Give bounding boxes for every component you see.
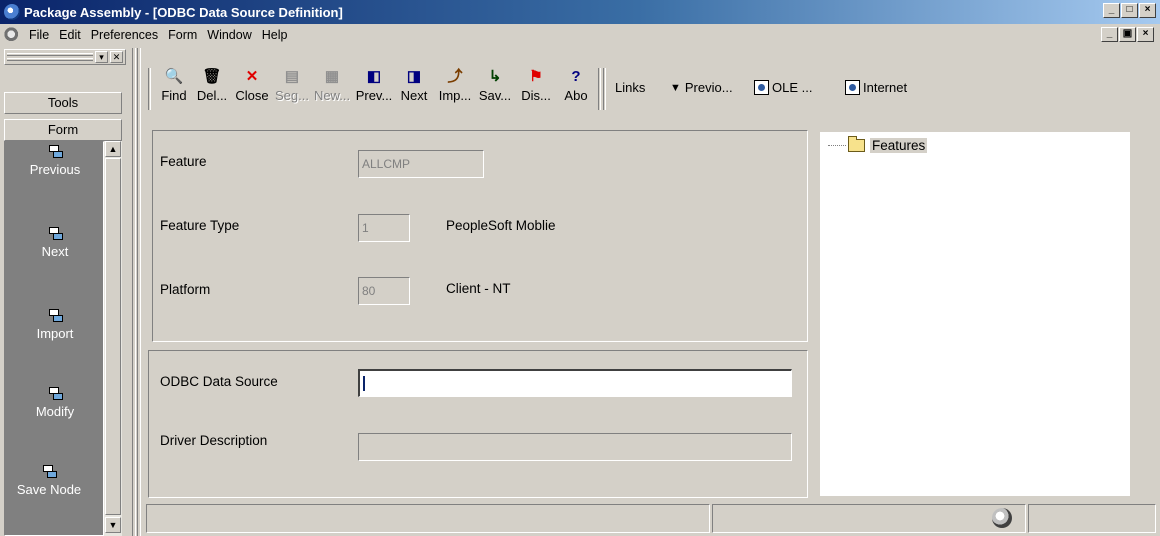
previous-link[interactable]: ▼ Previo...: [670, 80, 733, 95]
close-x-icon: ✕: [245, 68, 259, 85]
internet-icon: [845, 80, 860, 95]
form-exit-list: Previous Next Import Modify Save Node: [4, 141, 104, 536]
exit-icon: [48, 226, 63, 240]
grip-handle[interactable]: [7, 53, 93, 56]
title-bar: Package Assembly - [ODBC Data Source Def…: [0, 0, 1160, 24]
scroll-down-button[interactable]: ▼: [105, 517, 121, 533]
display-icon: ⚑: [529, 68, 543, 85]
scroll-up-button[interactable]: ▲: [105, 141, 121, 157]
features-tree-view[interactable]: Features: [820, 132, 1130, 496]
exit-item-previous[interactable]: Previous: [5, 144, 105, 178]
about-question-icon: ?: [571, 68, 581, 85]
platform-field: 80: [358, 277, 410, 305]
mdi-restore-button[interactable]: ▣: [1119, 27, 1136, 42]
menu-help[interactable]: Help: [257, 28, 293, 42]
display-button[interactable]: ⚑ Dis...: [516, 66, 556, 112]
left-panel-scrollbar[interactable]: ▲ ▼: [104, 141, 122, 536]
exit-icon: [48, 144, 63, 158]
close-window-button[interactable]: ×: [1139, 3, 1156, 18]
save-node-button[interactable]: ↳ Sav...: [475, 66, 515, 112]
import-icon: ⤴: [447, 68, 463, 85]
import-button[interactable]: ⤴ Imp...: [435, 66, 475, 112]
feature-type-field: 1: [358, 214, 410, 242]
close-button[interactable]: ✕ Close: [232, 66, 272, 112]
document-globe-icon[interactable]: [4, 27, 20, 43]
dropdown-arrow-icon: ▼: [670, 81, 681, 94]
window-title: Package Assembly - [ODBC Data Source Def…: [24, 4, 343, 20]
toolbar-separator: [598, 68, 601, 110]
platform-label: Platform: [160, 282, 211, 297]
find-button[interactable]: 🔍 Find: [154, 66, 194, 112]
feature-label: Feature: [160, 154, 207, 169]
menu-edit[interactable]: Edit: [54, 28, 86, 42]
mdi-close-button[interactable]: ×: [1137, 27, 1154, 42]
exit-bar-header: ▾ ✕: [4, 49, 126, 65]
maximize-button[interactable]: □: [1121, 3, 1138, 18]
menu-preferences[interactable]: Preferences: [86, 28, 163, 42]
feature-type-label: Feature Type: [160, 218, 240, 233]
next-button[interactable]: ◨ Next: [394, 66, 434, 112]
save-node-icon: ↳: [488, 68, 502, 85]
internet-link[interactable]: Internet: [845, 80, 907, 95]
new-icon: ▦: [324, 68, 340, 85]
tree-connector: [828, 145, 846, 146]
tab-form[interactable]: Form: [4, 119, 122, 141]
feature-type-description: PeopleSoft Moblie: [446, 218, 556, 233]
app-globe-icon: [4, 4, 20, 20]
toolbar-grip-links[interactable]: [603, 68, 606, 110]
exit-item-import[interactable]: Import: [5, 308, 105, 342]
exit-icon: [42, 464, 57, 478]
close-panel-icon[interactable]: ✕: [110, 51, 123, 63]
menu-window[interactable]: Window: [202, 28, 256, 42]
driver-description-label: Driver Description: [160, 433, 268, 448]
menu-file[interactable]: File: [24, 28, 54, 42]
pin-icon[interactable]: ▾: [95, 51, 108, 63]
toolbar-grip[interactable]: [148, 68, 151, 110]
mdi-minimize-button[interactable]: _: [1101, 27, 1118, 42]
segment-button[interactable]: ▤ Seg...: [272, 66, 312, 112]
splitter-2: [137, 48, 141, 536]
feature-field: ALLCMP: [358, 150, 484, 178]
status-extra: [1028, 504, 1156, 533]
ole-link[interactable]: OLE ...: [754, 80, 812, 95]
folder-icon: [848, 136, 865, 152]
status-message: [146, 504, 710, 533]
exit-item-modify[interactable]: Modify: [5, 386, 105, 420]
splitter[interactable]: [132, 48, 136, 536]
exit-item-save-node[interactable]: Save Node: [5, 464, 93, 498]
ole-icon: [754, 80, 769, 95]
platform-description: Client - NT: [446, 281, 511, 296]
find-icon: 🔍: [164, 68, 184, 85]
links-section: Links: [615, 80, 645, 95]
tree-node-features[interactable]: Features: [828, 136, 928, 153]
grip-handle-2[interactable]: [7, 58, 93, 61]
next-icon: ◨: [406, 68, 422, 85]
driver-description-field: [358, 433, 792, 461]
scroll-thumb[interactable]: [105, 158, 121, 515]
links-label: Links: [615, 80, 646, 95]
previous-icon: ◧: [366, 68, 382, 85]
trash-icon: 🗑: [202, 68, 222, 85]
about-button[interactable]: ? Abo: [556, 66, 596, 112]
connection-globe-icon: [992, 508, 1012, 528]
tab-tools[interactable]: Tools: [4, 92, 122, 114]
previous-button[interactable]: ◧ Prev...: [354, 66, 394, 112]
menu-bar: File Edit Preferences Form Window Help _…: [0, 24, 1160, 46]
odbc-data-source-input[interactable]: [358, 369, 792, 397]
toolbar: 🔍 Find 🗑 Del... ✕ Close ▤ Seg... ▦ New..…: [148, 66, 1156, 114]
text-caret: [363, 376, 365, 391]
exit-item-next[interactable]: Next: [5, 226, 105, 260]
odbc-data-source-label: ODBC Data Source: [160, 374, 278, 389]
minimize-button[interactable]: _: [1103, 3, 1120, 18]
delete-button[interactable]: 🗑 Del...: [192, 66, 232, 112]
menu-form[interactable]: Form: [163, 28, 202, 42]
new-button[interactable]: ▦ New...: [312, 66, 352, 112]
exit-icon: [48, 308, 63, 322]
segment-icon: ▤: [284, 68, 300, 85]
exit-icon: [48, 386, 63, 400]
status-progress: [712, 504, 1026, 533]
